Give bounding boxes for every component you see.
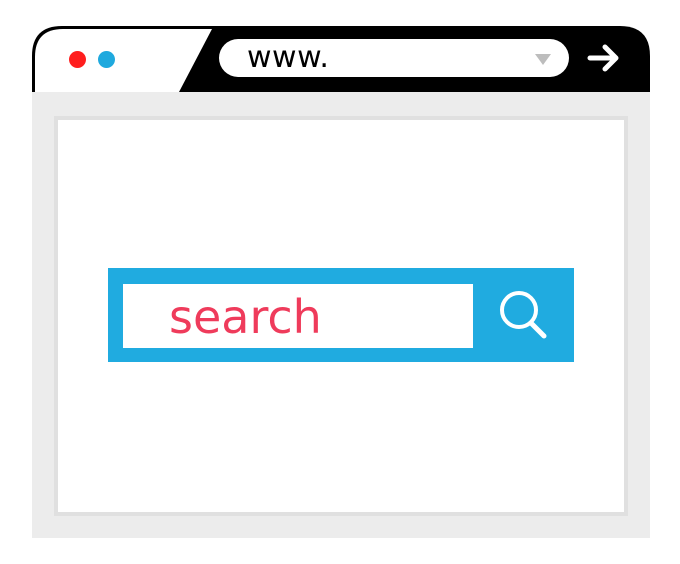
magnifier-icon[interactable] [486, 278, 562, 352]
page-viewport: search [32, 92, 650, 538]
triangle-down-icon[interactable] [535, 54, 551, 65]
browser-window: www. search [32, 26, 650, 538]
search-bar: search [108, 268, 574, 362]
window-minimize-dot[interactable] [98, 51, 115, 68]
arrow-right-icon[interactable] [584, 40, 624, 76]
address-bar-text: www. [247, 40, 330, 75]
search-input[interactable]: search [123, 284, 473, 348]
address-bar[interactable]: www. [219, 39, 569, 77]
search-input-text: search [169, 290, 322, 344]
window-close-dot[interactable] [69, 51, 86, 68]
